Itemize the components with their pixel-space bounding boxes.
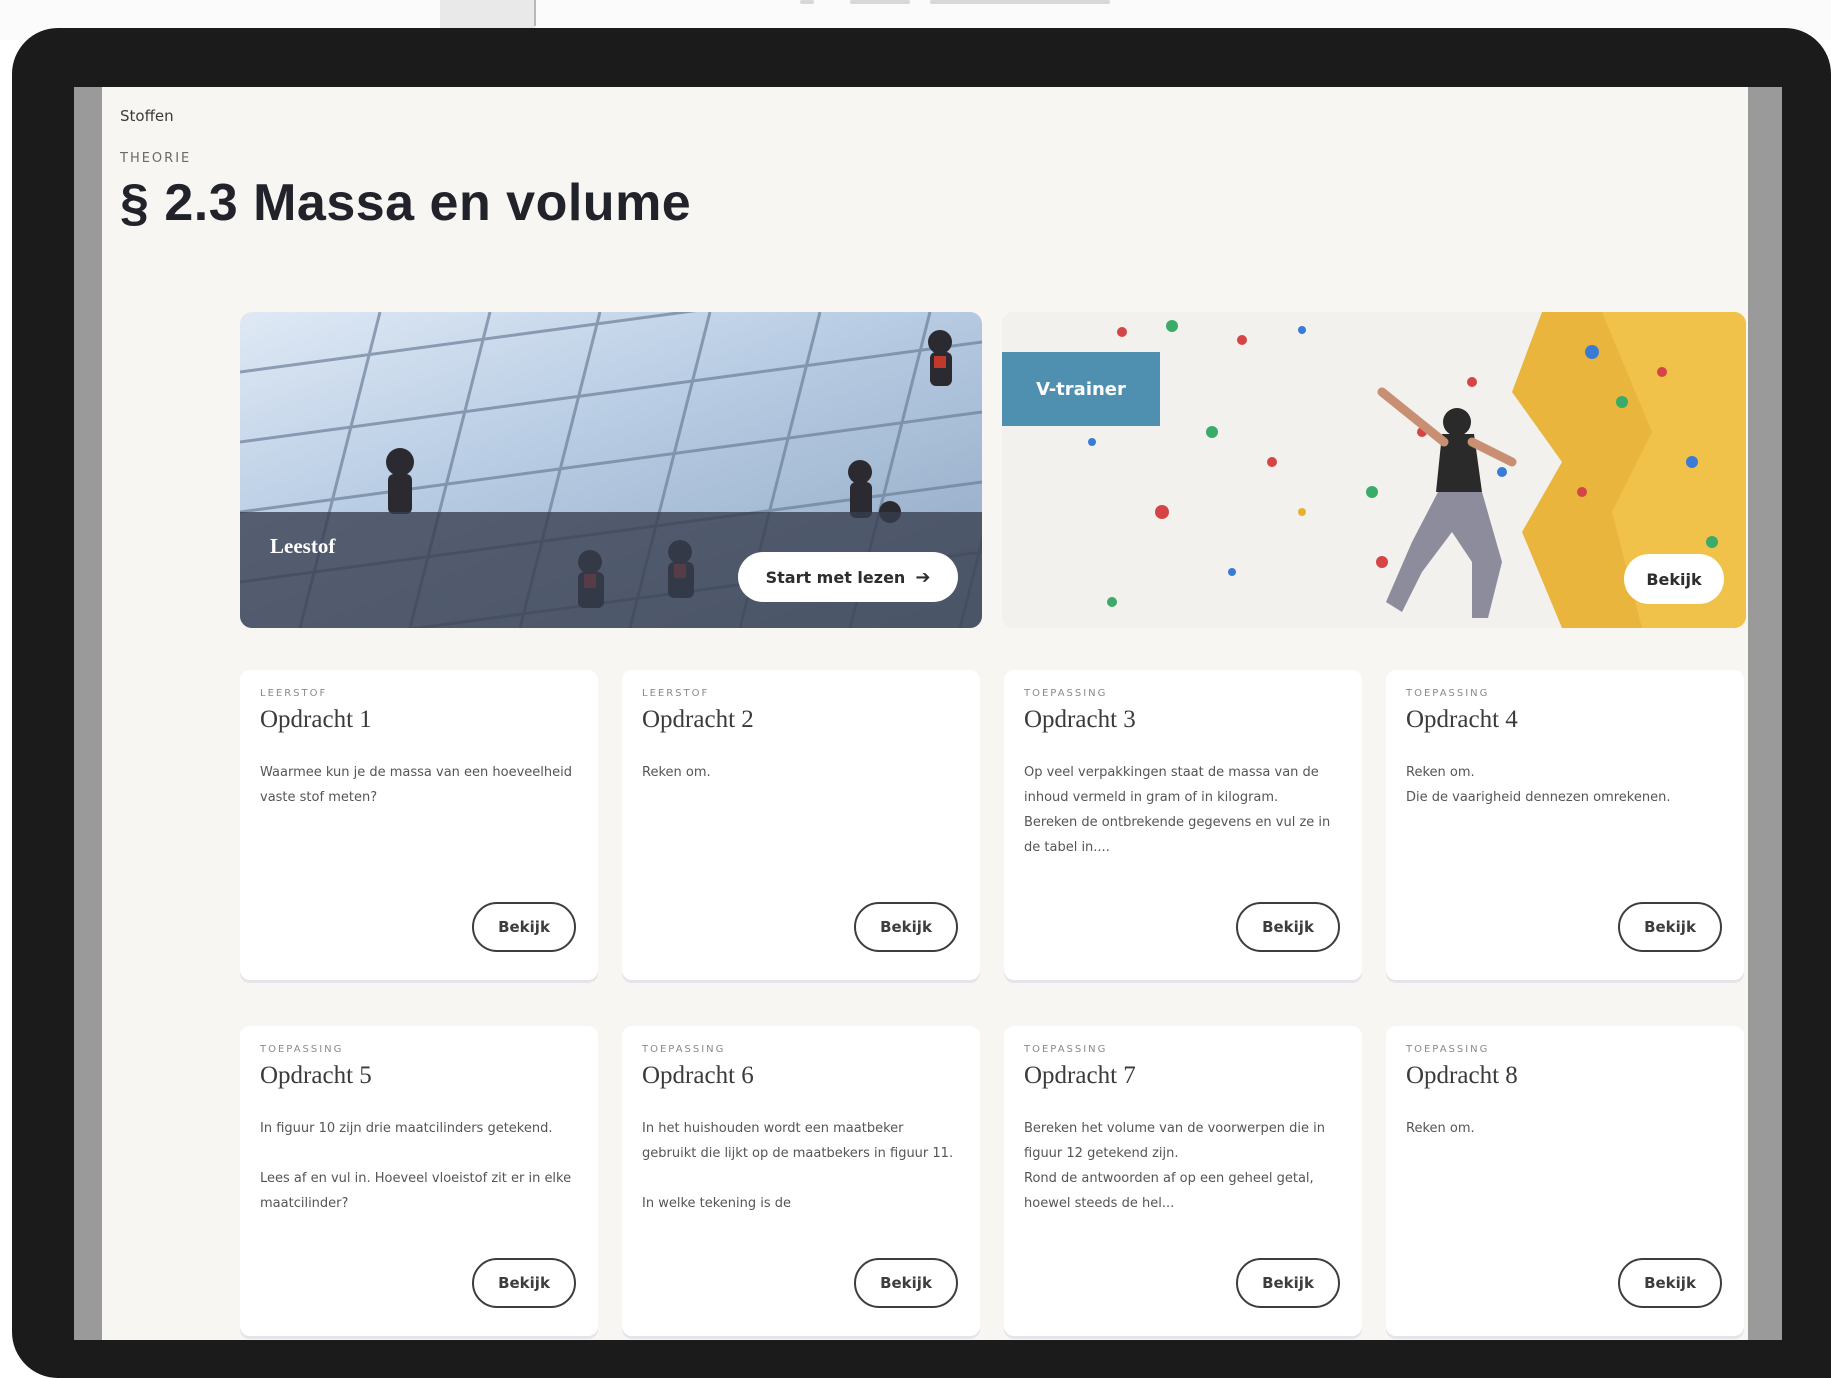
bekijk-button[interactable]: Bekijk — [1618, 1258, 1722, 1308]
bekijk-button[interactable]: Bekijk — [1618, 902, 1722, 952]
card-description: Waarmee kun je de massa van een hoeveelh… — [260, 765, 572, 805]
card-kicker: TOEPASSING — [1024, 1044, 1108, 1055]
bekijk-button[interactable]: Bekijk — [854, 902, 958, 952]
bekijk-button[interactable]: Bekijk — [1236, 1258, 1340, 1308]
card-kicker: TOEPASSING — [642, 1044, 726, 1055]
page-title: § 2.3 Massa en volume — [120, 174, 692, 232]
bekijk-button[interactable]: Bekijk — [854, 1258, 958, 1308]
card-title: Opdracht 4 — [1406, 706, 1518, 733]
card-description: Reken om. — [642, 765, 711, 780]
screen-edge-right — [1748, 87, 1782, 1340]
card-title: Opdracht 5 — [260, 1062, 372, 1089]
card-title: Opdracht 6 — [642, 1062, 754, 1089]
bekijk-button[interactable]: Bekijk — [472, 1258, 576, 1308]
background-mark — [800, 0, 814, 4]
exercise-card[interactable]: TOEPASSING Opdracht 6 In het huishouden … — [622, 1026, 980, 1336]
background-mark — [850, 0, 910, 4]
exercise-card[interactable]: TOEPASSING Opdracht 5 In figuur 10 zijn … — [240, 1026, 598, 1336]
card-description: Reken om. — [1406, 1121, 1475, 1136]
exercise-card[interactable]: TOEPASSING Opdracht 7 Bereken het volume… — [1004, 1026, 1362, 1336]
card-description: In figuur 10 zijn drie maatcilinders get… — [260, 1121, 572, 1211]
background-divider — [534, 0, 536, 26]
hero-card-v-trainer[interactable]: V-trainer Bekijk — [1002, 312, 1746, 628]
breadcrumb[interactable]: Stoffen — [120, 107, 174, 125]
card-description: Op veel verpakkingen staat de massa van … — [1024, 765, 1331, 855]
card-kicker: LEERSTOF — [642, 688, 710, 699]
card-kicker: TOEPASSING — [1406, 688, 1490, 699]
card-description: Reken om. Die de vaarigheid dennezen omr… — [1406, 765, 1671, 805]
bekijk-button[interactable]: Bekijk — [472, 902, 576, 952]
hero-label: Leestof — [270, 534, 336, 558]
v-trainer-bekijk-button[interactable]: Bekijk — [1624, 554, 1724, 604]
exercise-card[interactable]: LEERSTOF Opdracht 2 Reken om. Bekijk — [622, 670, 980, 980]
card-title: Opdracht 8 — [1406, 1062, 1518, 1089]
arrow-right-icon: ➔ — [915, 566, 931, 588]
card-description: In het huishouden wordt een maatbeker ge… — [642, 1121, 954, 1211]
exercise-card[interactable]: TOEPASSING Opdracht 4 Reken om. Die de v… — [1386, 670, 1744, 980]
v-trainer-badge: V-trainer — [1002, 352, 1160, 426]
card-title: Opdracht 3 — [1024, 706, 1136, 733]
hero-card-leestof[interactable]: Leestof Start met lezen ➔ — [240, 312, 982, 628]
exercise-card[interactable]: TOEPASSING Opdracht 3 Op veel verpakking… — [1004, 670, 1362, 980]
start-reading-button[interactable]: Start met lezen ➔ — [738, 552, 958, 602]
exercise-card[interactable]: TOEPASSING Opdracht 8 Reken om. Bekijk — [1386, 1026, 1744, 1336]
card-title: Opdracht 2 — [642, 706, 754, 733]
exercise-card[interactable]: LEERSTOF Opdracht 1 Waarmee kun je de ma… — [240, 670, 598, 980]
section-kicker: THEORIE — [120, 151, 192, 166]
card-kicker: TOEPASSING — [1406, 1044, 1490, 1055]
card-kicker: TOEPASSING — [1024, 688, 1108, 699]
start-reading-label: Start met lezen — [765, 567, 906, 587]
card-kicker: LEERSTOF — [260, 688, 328, 699]
screen-edge-left — [74, 87, 102, 1340]
bekijk-button[interactable]: Bekijk — [1236, 902, 1340, 952]
card-title: Opdracht 7 — [1024, 1062, 1136, 1089]
card-description: Bereken het volume van de voorwerpen die… — [1024, 1121, 1325, 1211]
tablet-screen: Stoffen THEORIE § 2.3 Massa en volume Le… — [102, 87, 1748, 1340]
card-title: Opdracht 1 — [260, 706, 372, 733]
card-kicker: TOEPASSING — [260, 1044, 344, 1055]
background-mark — [930, 0, 1110, 4]
